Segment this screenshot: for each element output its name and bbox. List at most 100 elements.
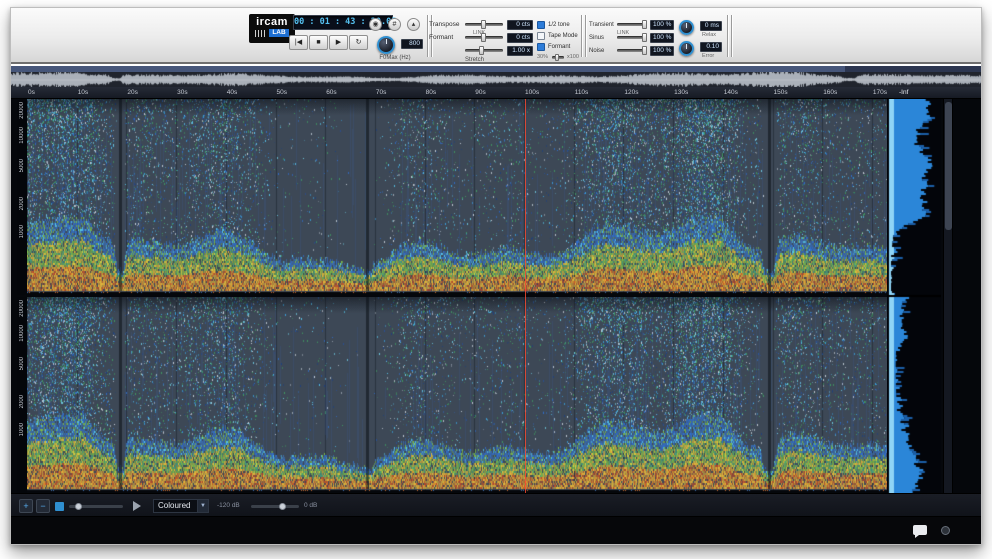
eject-button[interactable]: ▴ <box>407 18 420 31</box>
stretch-slider[interactable] <box>465 49 503 52</box>
freq-axis-right: 2000010000500020001000 <box>17 297 27 493</box>
formant-slider-label: Formant <box>429 34 453 42</box>
play-button[interactable]: ▶ <box>329 35 348 50</box>
toolbar: ircam LAB 00 : 01 : 43 : 20.05 ◉ # ▴ |◀ … <box>11 8 981 64</box>
half-tone-checkbox[interactable] <box>537 21 545 29</box>
formant-slider[interactable] <box>465 36 503 39</box>
freq-axis-left: 2000010000500020001000 <box>17 99 27 295</box>
transient-value: 100 % <box>650 20 674 30</box>
transpose-value: 0 cts <box>507 20 533 30</box>
stretch-slider-thumb[interactable] <box>479 46 484 55</box>
zoom-level-chip[interactable] <box>55 502 64 511</box>
stretch-range-slider[interactable] <box>552 56 564 59</box>
sinus-slider[interactable] <box>617 36 647 39</box>
preview-play-icon[interactable] <box>133 501 141 511</box>
meter-scale-label: -Inf <box>899 89 908 96</box>
formant-checkbox-label: Formant <box>548 43 570 51</box>
ruler-label: 170s <box>873 89 887 96</box>
record-button[interactable]: ◉ <box>369 18 382 31</box>
db-range-slider-thumb[interactable] <box>279 503 286 510</box>
spectrogram-left[interactable] <box>27 99 887 295</box>
logo-brand-text: ircam <box>249 16 295 28</box>
formant-slider-thumb[interactable] <box>481 33 486 42</box>
spectrum-level-meter <box>887 99 941 493</box>
ruler-label: 40s <box>227 89 237 96</box>
half-tone-label: 1/2 tone <box>548 21 570 29</box>
ruler-label: 70s <box>376 89 386 96</box>
f0max-knob[interactable] <box>377 36 395 54</box>
ruler-label: 20s <box>127 89 137 96</box>
noise-value: 100 % <box>650 46 674 56</box>
freq-axis-label: 1000 <box>18 423 26 436</box>
playhead-cursor <box>525 99 526 493</box>
stretch-range-thumb[interactable] <box>555 54 559 61</box>
formant-checkbox[interactable] <box>537 43 545 51</box>
stretch-range-max: x100 <box>567 54 579 61</box>
ruler-label: 100s <box>525 89 539 96</box>
transpose-slider-thumb[interactable] <box>481 20 486 29</box>
metronome-button[interactable]: # <box>388 18 401 31</box>
content-area: -Inf 0s10s20s30s40s50s60s70s80s90s100s11… <box>11 66 981 544</box>
vertical-scrollbar[interactable] <box>943 99 953 493</box>
freq-axis-label: 2000 <box>18 197 26 210</box>
rewind-button[interactable]: |◀ <box>289 35 308 50</box>
app-window: ircam LAB 00 : 01 : 43 : 20.05 ◉ # ▴ |◀ … <box>10 7 982 545</box>
ruler-label: 90s <box>475 89 485 96</box>
freq-axis-label: 10000 <box>18 127 26 144</box>
transient-slider[interactable] <box>617 23 647 26</box>
zoom-horizontal-button[interactable]: + <box>19 499 33 513</box>
tape-mode-checkbox[interactable] <box>537 32 545 40</box>
ruler-label: 140s <box>724 89 738 96</box>
channel-right: 2000010000500020001000 <box>11 297 981 493</box>
sinus-slider-thumb[interactable] <box>642 33 647 42</box>
info-circle-icon[interactable] <box>941 526 950 535</box>
ruler-label: 160s <box>823 89 837 96</box>
zoom-slider[interactable] <box>69 505 123 508</box>
freq-axis-label: 5000 <box>18 159 26 172</box>
transient-label: Transient <box>589 21 614 29</box>
waveform-overview[interactable] <box>11 72 981 87</box>
stop-button[interactable]: ■ <box>309 35 328 50</box>
loop-button[interactable]: ↻ <box>349 35 368 50</box>
spectrogram-right[interactable] <box>27 297 887 493</box>
relax-label: Relax <box>702 32 716 39</box>
error-label: Error <box>702 53 714 60</box>
noise-slider[interactable] <box>617 49 647 52</box>
vertical-scrollbar-thumb[interactable] <box>945 102 952 230</box>
logo-barcode <box>255 30 267 37</box>
toolbar-divider <box>727 15 728 57</box>
error-value: 0.10 <box>700 42 722 52</box>
transpose-slider[interactable] <box>465 23 503 26</box>
chevron-down-icon: ▼ <box>197 500 208 512</box>
footer-strip <box>11 517 981 544</box>
zoom-slider-thumb[interactable] <box>75 503 82 510</box>
time-ruler[interactable]: -Inf 0s10s20s30s40s50s60s70s80s90s100s11… <box>11 87 981 99</box>
sinus-value: 100 % <box>650 33 674 43</box>
freq-axis-label: 5000 <box>18 357 26 370</box>
ruler-label: 60s <box>326 89 336 96</box>
f0max-label: F0Max (Hz) <box>363 55 427 62</box>
toolbar-divider <box>731 15 732 57</box>
stretch-range-min: 30% <box>537 54 548 61</box>
chat-bubble-icon[interactable] <box>913 525 927 535</box>
ruler-label: 30s <box>177 89 187 96</box>
noise-slider-thumb[interactable] <box>642 46 647 55</box>
db-range-slider[interactable] <box>251 505 299 508</box>
f0max-value: 800 <box>401 39 423 49</box>
spectrogram-area: 2000010000500020001000 20000100005000200… <box>11 99 981 493</box>
ruler-label: 80s <box>426 89 436 96</box>
toolbar-divider <box>427 15 428 57</box>
noise-label: Noise <box>589 47 604 55</box>
transient-slider-thumb[interactable] <box>642 20 647 29</box>
formant-value: 0 cts <box>507 33 533 43</box>
zoom-vertical-button[interactable]: − <box>36 499 50 513</box>
colour-mode-select[interactable]: Coloured ▼ <box>153 499 209 513</box>
ruler-label: 120s <box>624 89 638 96</box>
ruler-label: 150s <box>774 89 788 96</box>
freq-axis-label: 1000 <box>18 225 26 238</box>
db-min-label: -120 dB <box>217 502 240 509</box>
freq-axis-label: 10000 <box>18 325 26 342</box>
stretch-label: Stretch <box>465 57 484 64</box>
error-knob[interactable] <box>679 41 694 56</box>
relax-knob[interactable] <box>679 20 694 35</box>
